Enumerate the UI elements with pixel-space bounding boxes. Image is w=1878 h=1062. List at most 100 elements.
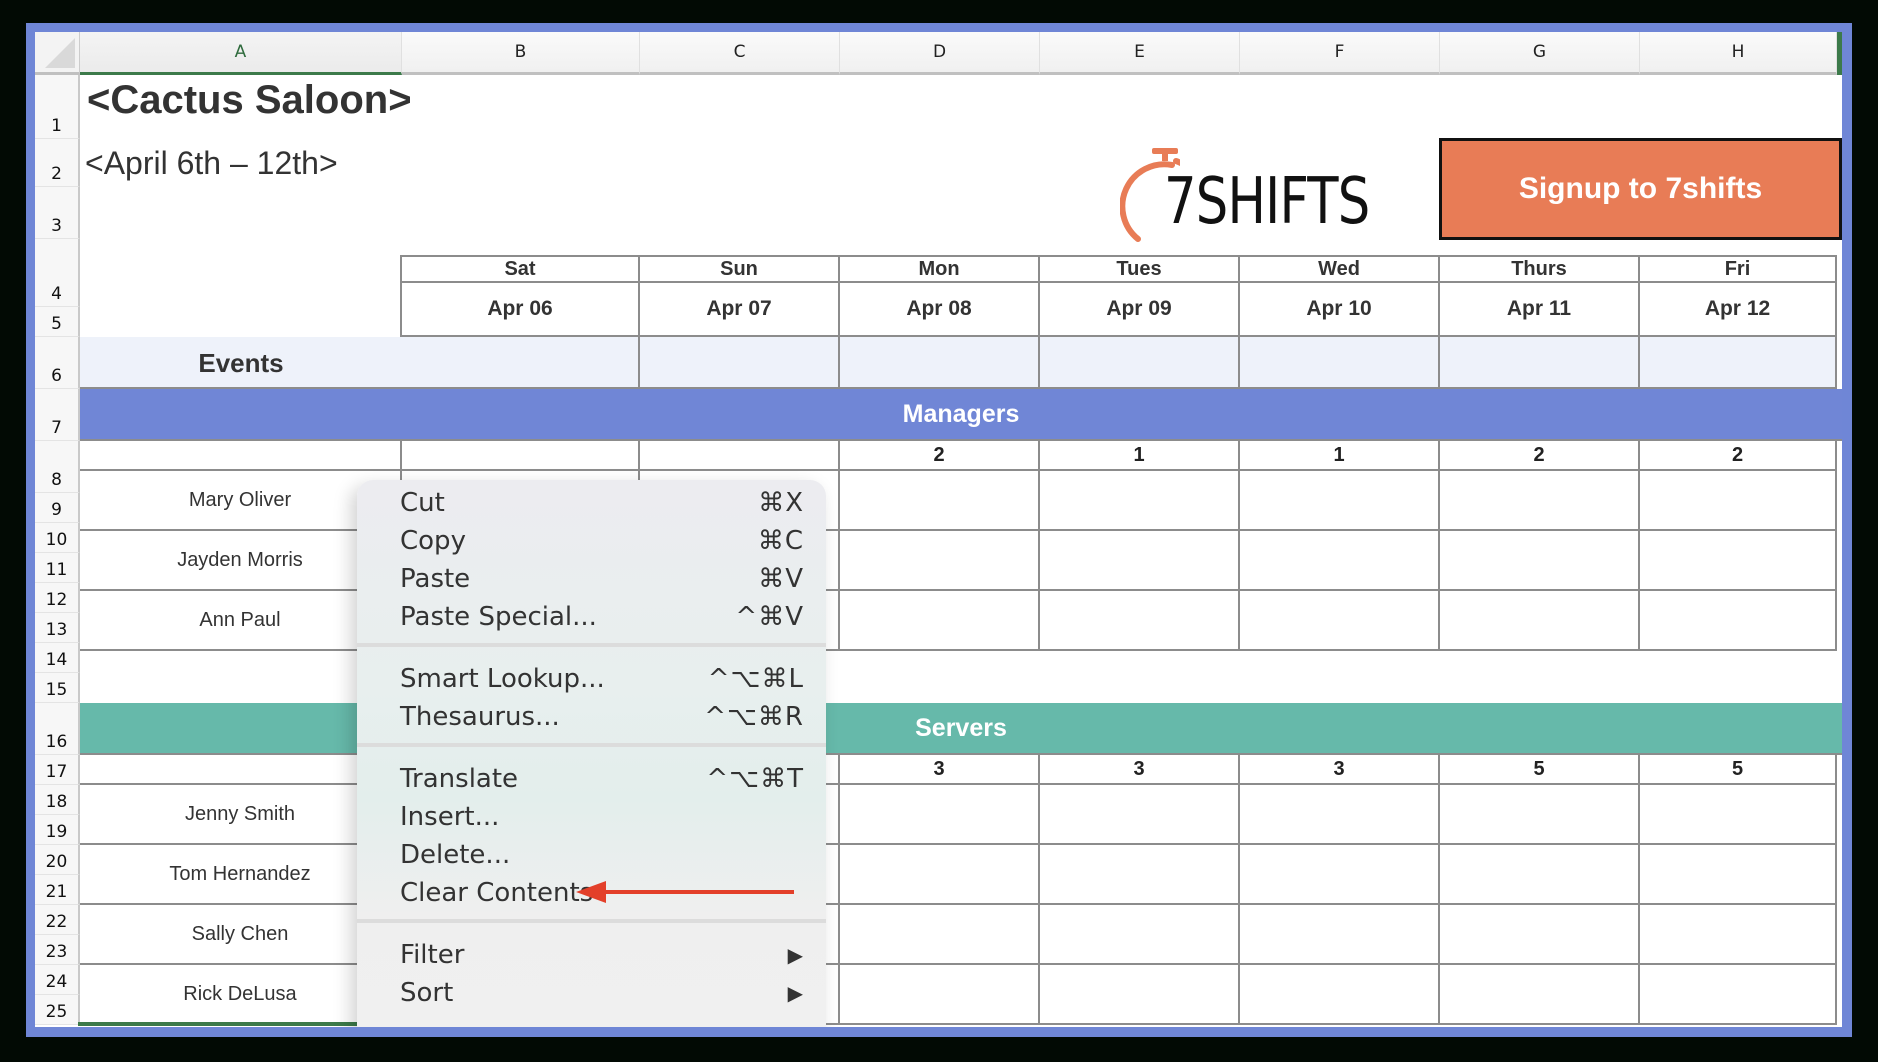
menu-item-delete[interactable]: Delete...: [357, 836, 826, 874]
shift-cell[interactable]: [1440, 965, 1640, 1025]
shift-cell[interactable]: [1240, 471, 1440, 531]
shift-cell[interactable]: [1040, 785, 1240, 845]
column-header-f[interactable]: F: [1240, 32, 1440, 75]
row-header[interactable]: 9: [35, 493, 80, 523]
signup-button[interactable]: Signup to 7shifts: [1439, 138, 1842, 240]
required-count[interactable]: [402, 441, 640, 471]
shift-cell[interactable]: [1440, 591, 1640, 651]
required-count[interactable]: 2: [840, 441, 1040, 471]
shift-cell[interactable]: [1440, 531, 1640, 591]
row-header[interactable]: 22: [35, 905, 80, 935]
shift-cell[interactable]: [1240, 965, 1440, 1025]
events-cell[interactable]: [840, 337, 1040, 389]
row-header[interactable]: 25: [35, 995, 80, 1025]
required-count[interactable]: 5: [1440, 755, 1640, 785]
shift-cell[interactable]: [1040, 471, 1240, 531]
menu-item-thesaurus[interactable]: Thesaurus... ^⌥⌘R: [357, 698, 826, 736]
required-count[interactable]: 1: [1240, 441, 1440, 471]
row-header[interactable]: 6: [35, 337, 80, 389]
shift-cell[interactable]: [840, 965, 1040, 1025]
required-count[interactable]: 3: [1240, 755, 1440, 785]
column-header-b[interactable]: B: [402, 32, 640, 75]
row-header[interactable]: 19: [35, 815, 80, 845]
shift-cell[interactable]: [1640, 845, 1837, 905]
shift-cell[interactable]: [1440, 845, 1640, 905]
row-header[interactable]: 18: [35, 785, 80, 815]
shift-cell[interactable]: [1040, 845, 1240, 905]
shift-cell[interactable]: [1440, 471, 1640, 531]
events-cell[interactable]: [640, 337, 840, 389]
column-header-e[interactable]: E: [1040, 32, 1240, 75]
menu-item-insert[interactable]: Insert...: [357, 798, 826, 836]
events-cell[interactable]: [1040, 337, 1240, 389]
required-count[interactable]: 1: [1040, 441, 1240, 471]
shift-cell[interactable]: [1240, 531, 1440, 591]
row-header[interactable]: 12: [35, 583, 80, 613]
row-header[interactable]: 2: [35, 139, 80, 187]
row-header[interactable]: 7: [35, 389, 80, 441]
shift-cell[interactable]: [1640, 905, 1837, 965]
shift-cell[interactable]: [1040, 531, 1240, 591]
row-header[interactable]: 13: [35, 613, 80, 643]
menu-item-translate[interactable]: Translate ^⌥⌘T: [357, 760, 826, 798]
shift-cell[interactable]: [1240, 905, 1440, 965]
shift-cell[interactable]: [1640, 591, 1837, 651]
row-header[interactable]: 1: [35, 75, 80, 139]
required-count[interactable]: 2: [1440, 441, 1640, 471]
row-header[interactable]: 11: [35, 553, 80, 583]
menu-item-sort[interactable]: Sort ▶: [357, 974, 826, 1012]
row-header[interactable]: 4: [35, 239, 80, 307]
shift-cell[interactable]: [1640, 531, 1837, 591]
shift-cell[interactable]: [1040, 905, 1240, 965]
row-header[interactable]: 14: [35, 643, 80, 673]
menu-item-paste-special[interactable]: Paste Special... ^⌘V: [357, 598, 826, 636]
shift-cell[interactable]: [1440, 905, 1640, 965]
events-cell[interactable]: [1240, 337, 1440, 389]
required-count[interactable]: 2: [1640, 441, 1837, 471]
events-cell[interactable]: [1640, 337, 1837, 389]
row-header[interactable]: 10: [35, 523, 80, 553]
shift-cell[interactable]: [840, 905, 1040, 965]
shift-cell[interactable]: [1640, 965, 1837, 1025]
shift-cell[interactable]: [1240, 785, 1440, 845]
column-header-c[interactable]: C: [640, 32, 840, 75]
required-count[interactable]: 5: [1640, 755, 1837, 785]
menu-item-copy[interactable]: Copy ⌘C: [357, 522, 826, 560]
column-header-a[interactable]: A: [80, 32, 402, 75]
menu-item-cut[interactable]: Cut ⌘X: [357, 484, 826, 522]
shift-cell[interactable]: [1640, 785, 1837, 845]
row-header[interactable]: 23: [35, 935, 80, 965]
required-count[interactable]: 3: [840, 755, 1040, 785]
row-header[interactable]: 17: [35, 755, 80, 785]
events-cell[interactable]: [1440, 337, 1640, 389]
select-all-corner[interactable]: [35, 32, 80, 75]
shift-cell[interactable]: [1640, 471, 1837, 531]
shift-cell[interactable]: [840, 471, 1040, 531]
menu-item-filter[interactable]: Filter ▶: [357, 936, 826, 974]
row-header[interactable]: 15: [35, 673, 80, 703]
required-count[interactable]: 3: [1040, 755, 1240, 785]
row-header[interactable]: 16: [35, 703, 80, 755]
shift-cell[interactable]: [840, 845, 1040, 905]
menu-item-paste[interactable]: Paste ⌘V: [357, 560, 826, 598]
shift-cell[interactable]: [840, 531, 1040, 591]
row-header[interactable]: 20: [35, 845, 80, 875]
shift-cell[interactable]: [1040, 591, 1240, 651]
row-header[interactable]: 3: [35, 187, 80, 239]
shift-cell[interactable]: [840, 785, 1040, 845]
shift-cell[interactable]: [1440, 785, 1640, 845]
shift-cell[interactable]: [1040, 965, 1240, 1025]
row-header[interactable]: 24: [35, 965, 80, 995]
column-header-h[interactable]: H: [1640, 32, 1837, 75]
column-header-g[interactable]: G: [1440, 32, 1640, 75]
shift-cell[interactable]: [1240, 845, 1440, 905]
shift-cell[interactable]: [1240, 591, 1440, 651]
row-header[interactable]: 8: [35, 441, 80, 493]
menu-item-smart-lookup[interactable]: Smart Lookup... ^⌥⌘L: [357, 660, 826, 698]
row-header[interactable]: 5: [35, 307, 80, 337]
column-header-d[interactable]: D: [840, 32, 1040, 75]
row-header[interactable]: 21: [35, 875, 80, 905]
shift-cell[interactable]: [840, 591, 1040, 651]
events-cell[interactable]: [402, 337, 640, 389]
required-count[interactable]: [640, 441, 840, 471]
